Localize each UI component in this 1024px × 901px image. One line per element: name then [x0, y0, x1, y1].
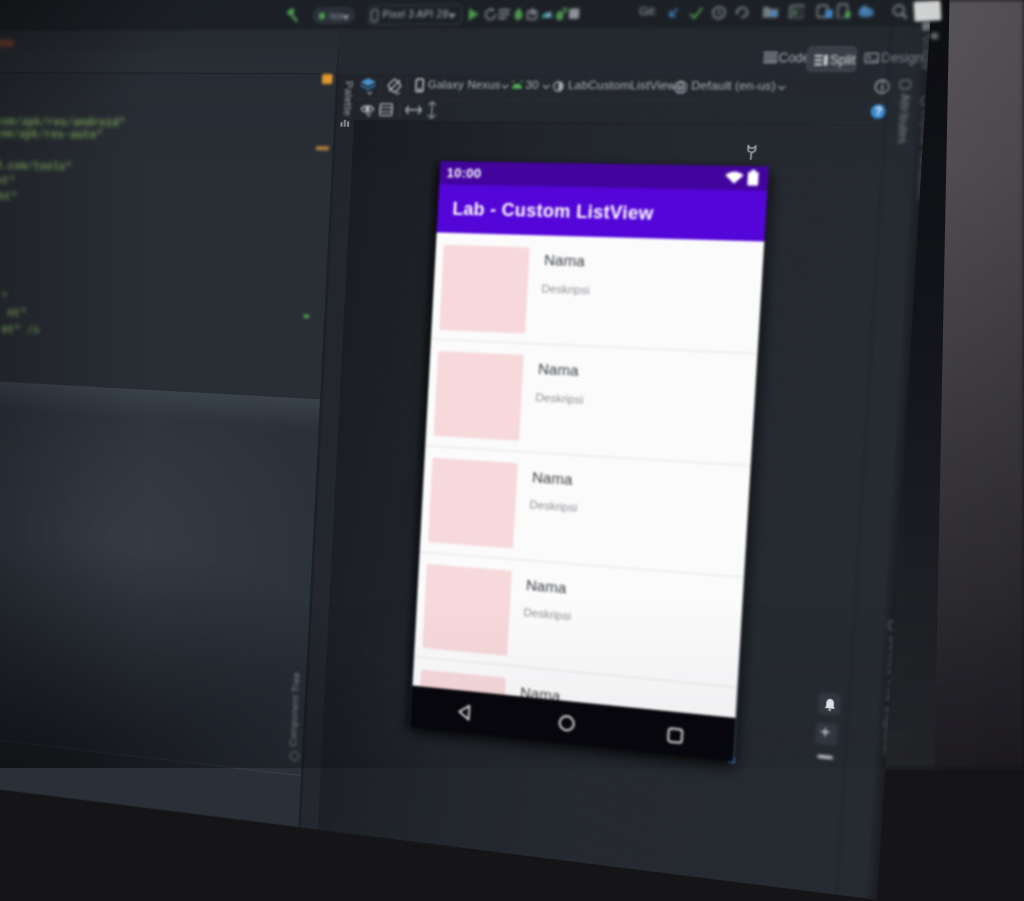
- svg-text:?: ?: [874, 106, 882, 119]
